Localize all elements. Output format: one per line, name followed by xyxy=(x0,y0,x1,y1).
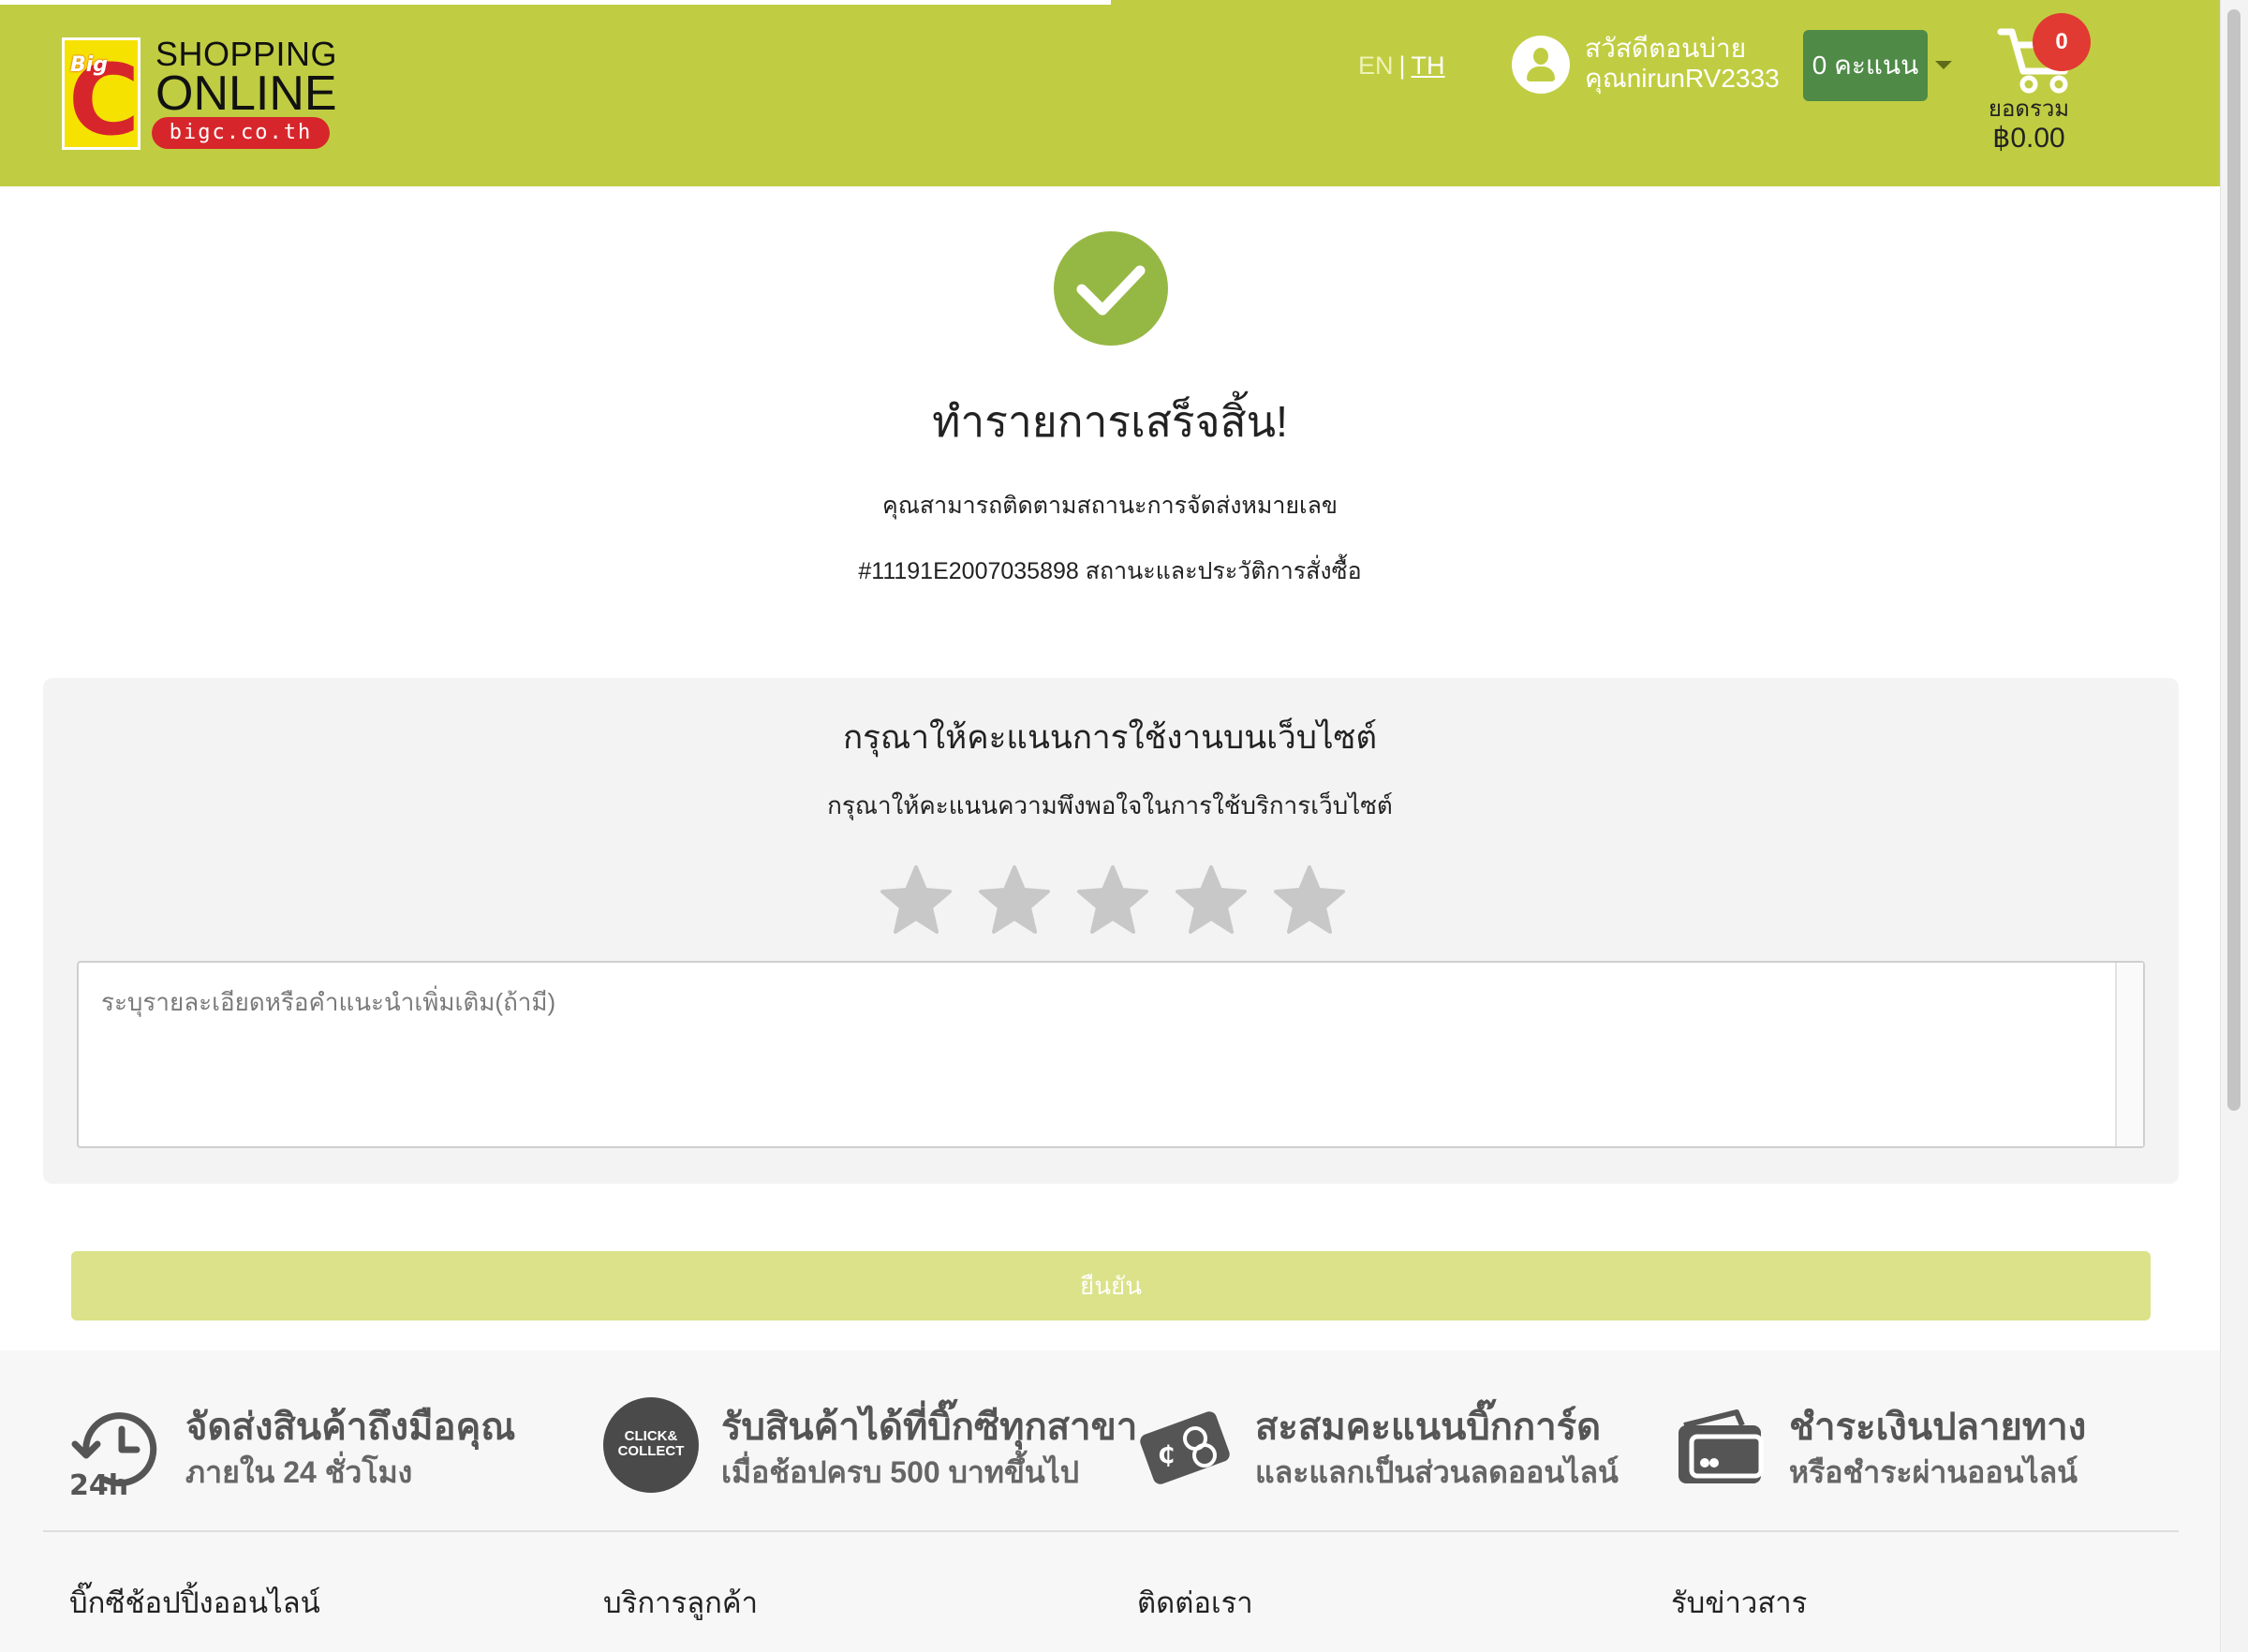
top-header: C Big SHOPPING ONLINE bigc.co.th EN | TH ส… xyxy=(0,0,2220,186)
logo-badge: C Big xyxy=(62,37,140,150)
footer-col-contact[interactable]: ติดต่อเรา xyxy=(1137,1579,1253,1626)
feature-card-points: ₵ สะสมคะแนนบิ๊กการ์ด และแลกเป็นส่วนลดออน… xyxy=(1137,1397,1624,1500)
wallet-payment-icon xyxy=(1679,1409,1764,1483)
logo-url-pill: bigc.co.th xyxy=(152,117,330,149)
star-icon-4[interactable] xyxy=(1174,863,1249,938)
logo-online-text: ONLINE xyxy=(155,66,337,121)
feature-click-collect-title: รับสินค้าได้ที่บิ๊กซีทุกสาขา xyxy=(721,1407,1138,1448)
feedback-scrollbar[interactable] xyxy=(2115,963,2143,1146)
feature-payment-subtitle: หรือชำระผ่านออนไลน์ xyxy=(1789,1455,2078,1489)
cart-total-value: ฿0.00 xyxy=(1992,123,2065,154)
username-text: คุณnirunRV2333 xyxy=(1585,64,1780,93)
feature-card-points-subtitle: และแลกเป็นส่วนลดออนไลน์ xyxy=(1255,1455,1619,1489)
feature-card-points-title: สะสมคะแนนบิ๊กการ์ด xyxy=(1255,1407,1602,1448)
svg-text:24h: 24h xyxy=(69,1469,128,1497)
user-icon[interactable] xyxy=(1512,36,1570,94)
footer-divider xyxy=(43,1530,2179,1532)
chevron-down-icon[interactable] xyxy=(1935,61,1952,69)
cart-count-badge: 0 xyxy=(2033,13,2091,71)
confirm-button[interactable]: ยืนยัน xyxy=(71,1251,2151,1320)
footer xyxy=(0,1350,2220,1652)
star-icon-3[interactable] xyxy=(1075,863,1150,938)
rating-title: กรุณาให้คะแนนการใช้งานบนเว็บไซต์ xyxy=(842,719,1378,756)
feature-delivery: 24h จัดส่งสินค้าถึงมือคุณ ภายใน 24 ชั่วโ… xyxy=(67,1397,555,1500)
footer-col-bigc-online[interactable]: บิ๊กซีช้อปปิ้งออนไลน์ xyxy=(69,1579,320,1626)
click-collect-icon: CLICK& COLLECT xyxy=(603,1397,699,1493)
lang-separator: | xyxy=(1398,52,1406,80)
user-greeting[interactable]: สวัสดีตอนบ่าย คุณnirunRV2333 xyxy=(1585,34,1780,94)
user-icon-body xyxy=(1527,66,1555,81)
lang-en-link[interactable]: EN xyxy=(1358,52,1394,80)
user-icon-head xyxy=(1533,48,1548,65)
bigc-logo[interactable]: C Big SHOPPING ONLINE bigc.co.th xyxy=(62,36,337,153)
points-button[interactable]: 0 คะแนน xyxy=(1803,30,1928,101)
feature-delivery-title: จัดส่งสินค้าถึงมือคุณ xyxy=(185,1407,516,1448)
footer-col-newsletter[interactable]: รับข่าวสาร xyxy=(1671,1579,1807,1626)
feature-payment-title: ชำระเงินปลายทาง xyxy=(1789,1407,2087,1448)
lang-th-link[interactable]: TH xyxy=(1412,52,1445,80)
success-title: ทำรายการเสร็จสิ้น! xyxy=(932,397,1288,446)
language-switcher: EN | TH xyxy=(1358,49,1445,82)
star-icon-1[interactable] xyxy=(879,863,954,938)
card-points-icon: ₵ xyxy=(1140,1411,1230,1484)
svg-text:₵: ₵ xyxy=(1158,1441,1175,1469)
footer-col-customer-service[interactable]: บริการลูกค้า xyxy=(603,1579,758,1626)
star-icon-2[interactable] xyxy=(977,863,1052,938)
logo-big-text: Big xyxy=(70,53,109,77)
24h-delivery-icon: 24h xyxy=(69,1412,157,1497)
feature-delivery-subtitle: ภายใน 24 ชั่วโมง xyxy=(185,1455,413,1489)
star-icon-5[interactable] xyxy=(1272,863,1347,938)
feature-payment: ชำระเงินปลายทาง หรือชำระผ่านออนไลน์ xyxy=(1671,1397,2158,1500)
feature-click-collect-subtitle: เมื่อช้อปครบ 500 บาทขึ้นไป xyxy=(721,1455,1080,1489)
star-rating xyxy=(879,863,1347,938)
check-icon xyxy=(1054,231,1168,346)
feedback-textarea[interactable] xyxy=(77,961,2145,1148)
greeting-text: สวัสดีตอนบ่าย xyxy=(1585,34,1747,63)
page-scrollbar-thumb[interactable] xyxy=(2227,9,2241,1111)
page-loading-bar xyxy=(0,0,1111,5)
feature-click-collect: CLICK& COLLECT รับสินค้าได้ที่บิ๊กซีทุกส… xyxy=(603,1397,1137,1500)
order-number-link[interactable]: #11191E2007035898 สถานะและประวัติการสั่ง… xyxy=(0,553,2220,590)
tracking-instruction: คุณสามารถติดตามสถานะการจัดส่งหมายเลข xyxy=(881,493,1338,519)
rating-subtitle: กรุณาให้คะแนนความพึงพอใจในการใช้บริการเว… xyxy=(827,791,1393,819)
